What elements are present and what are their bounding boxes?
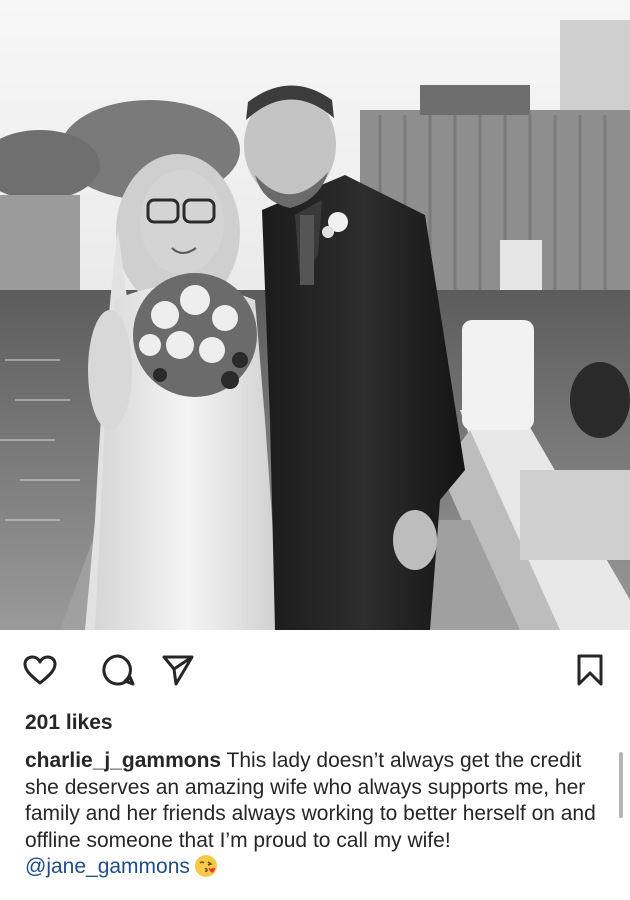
post-photo[interactable] (0, 0, 630, 630)
wedding-photo-image (0, 0, 630, 630)
face-blowing-kiss-icon (194, 855, 217, 877)
post-caption: charlie_j_gammons This lady doesn’t alwa… (25, 748, 610, 881)
heart-icon[interactable] (20, 650, 60, 690)
share-icon[interactable] (158, 650, 198, 690)
comment-icon[interactable] (98, 650, 138, 690)
bookmark-icon[interactable] (570, 650, 610, 690)
caption-username[interactable]: charlie_j_gammons (25, 749, 221, 772)
scrollbar[interactable] (619, 752, 623, 818)
caption-mention[interactable]: @jane_gammons (25, 855, 190, 878)
likes-count[interactable]: 201 likes (25, 711, 113, 735)
action-bar (0, 630, 630, 710)
